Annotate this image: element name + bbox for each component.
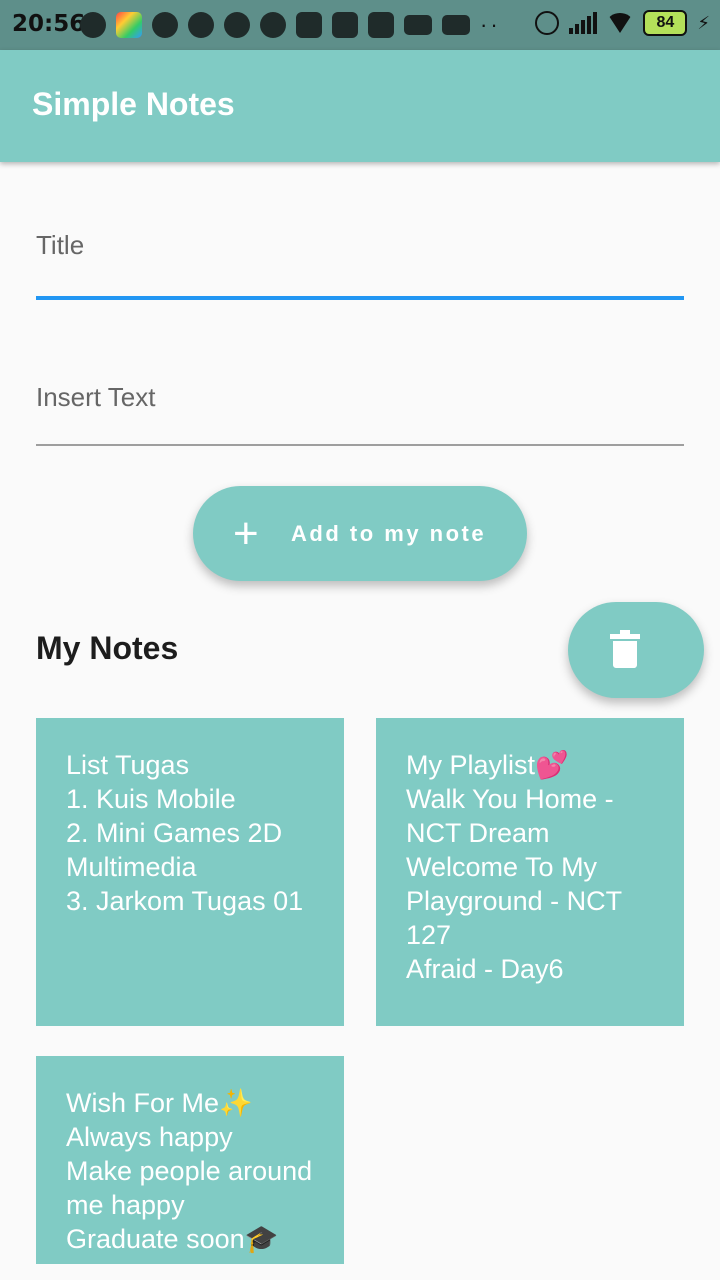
status-bar: 20:56 ·· 84 ⚡	[0, 0, 720, 50]
note-card[interactable]: My Playlist💕 Walk You Home - NCT Dream W…	[376, 718, 684, 1026]
app-bar: Simple Notes	[0, 50, 720, 162]
note-card[interactable]: Wish For Me✨ Always happy Make people ar…	[36, 1056, 344, 1264]
system-icons: 84 ⚡	[535, 10, 710, 36]
app-title: Simple Notes	[32, 86, 235, 122]
chrome-icon	[188, 12, 214, 38]
notification-icons: ··	[80, 12, 501, 38]
signal-icon	[569, 12, 598, 34]
battery-icon: 84	[643, 10, 688, 36]
whatsapp-icon	[80, 12, 106, 38]
title-input[interactable]: Title	[36, 230, 684, 300]
add-note-button[interactable]: + Add to my note	[193, 486, 527, 581]
title-placeholder: Title	[36, 230, 85, 260]
plus-icon: +	[233, 508, 259, 558]
note-text: Wish For Me✨ Always happy Make people ar…	[66, 1088, 313, 1254]
charging-icon: ⚡	[697, 12, 710, 33]
instagram-icon	[332, 12, 358, 38]
more-notifications-icon: ··	[480, 12, 501, 37]
text-input[interactable]: Insert Text	[36, 382, 684, 446]
chrome-icon	[152, 12, 178, 38]
wifi-icon	[607, 13, 634, 33]
note-text: My Playlist💕 Walk You Home - NCT Dream W…	[406, 750, 622, 984]
youtube-icon	[404, 15, 432, 35]
delete-button[interactable]	[568, 602, 704, 698]
battery-level: 84	[656, 14, 675, 31]
chrome-icon	[224, 12, 250, 38]
youtube-icon	[442, 15, 470, 35]
trash-icon	[610, 630, 640, 668]
instagram-icon	[296, 12, 322, 38]
add-note-label: Add to my note	[291, 520, 487, 546]
note-card[interactable]: List Tugas 1. Kuis Mobile 2. Mini Games …	[36, 718, 344, 1026]
text-placeholder: Insert Text	[36, 382, 156, 412]
status-time: 20:56	[12, 11, 86, 37]
n-app-icon	[368, 12, 394, 38]
alarm-icon	[535, 11, 560, 35]
shortcut-icon	[116, 12, 142, 38]
note-text: List Tugas 1. Kuis Mobile 2. Mini Games …	[66, 750, 304, 916]
section-title: My Notes	[36, 630, 179, 666]
chrome-icon	[260, 12, 286, 38]
